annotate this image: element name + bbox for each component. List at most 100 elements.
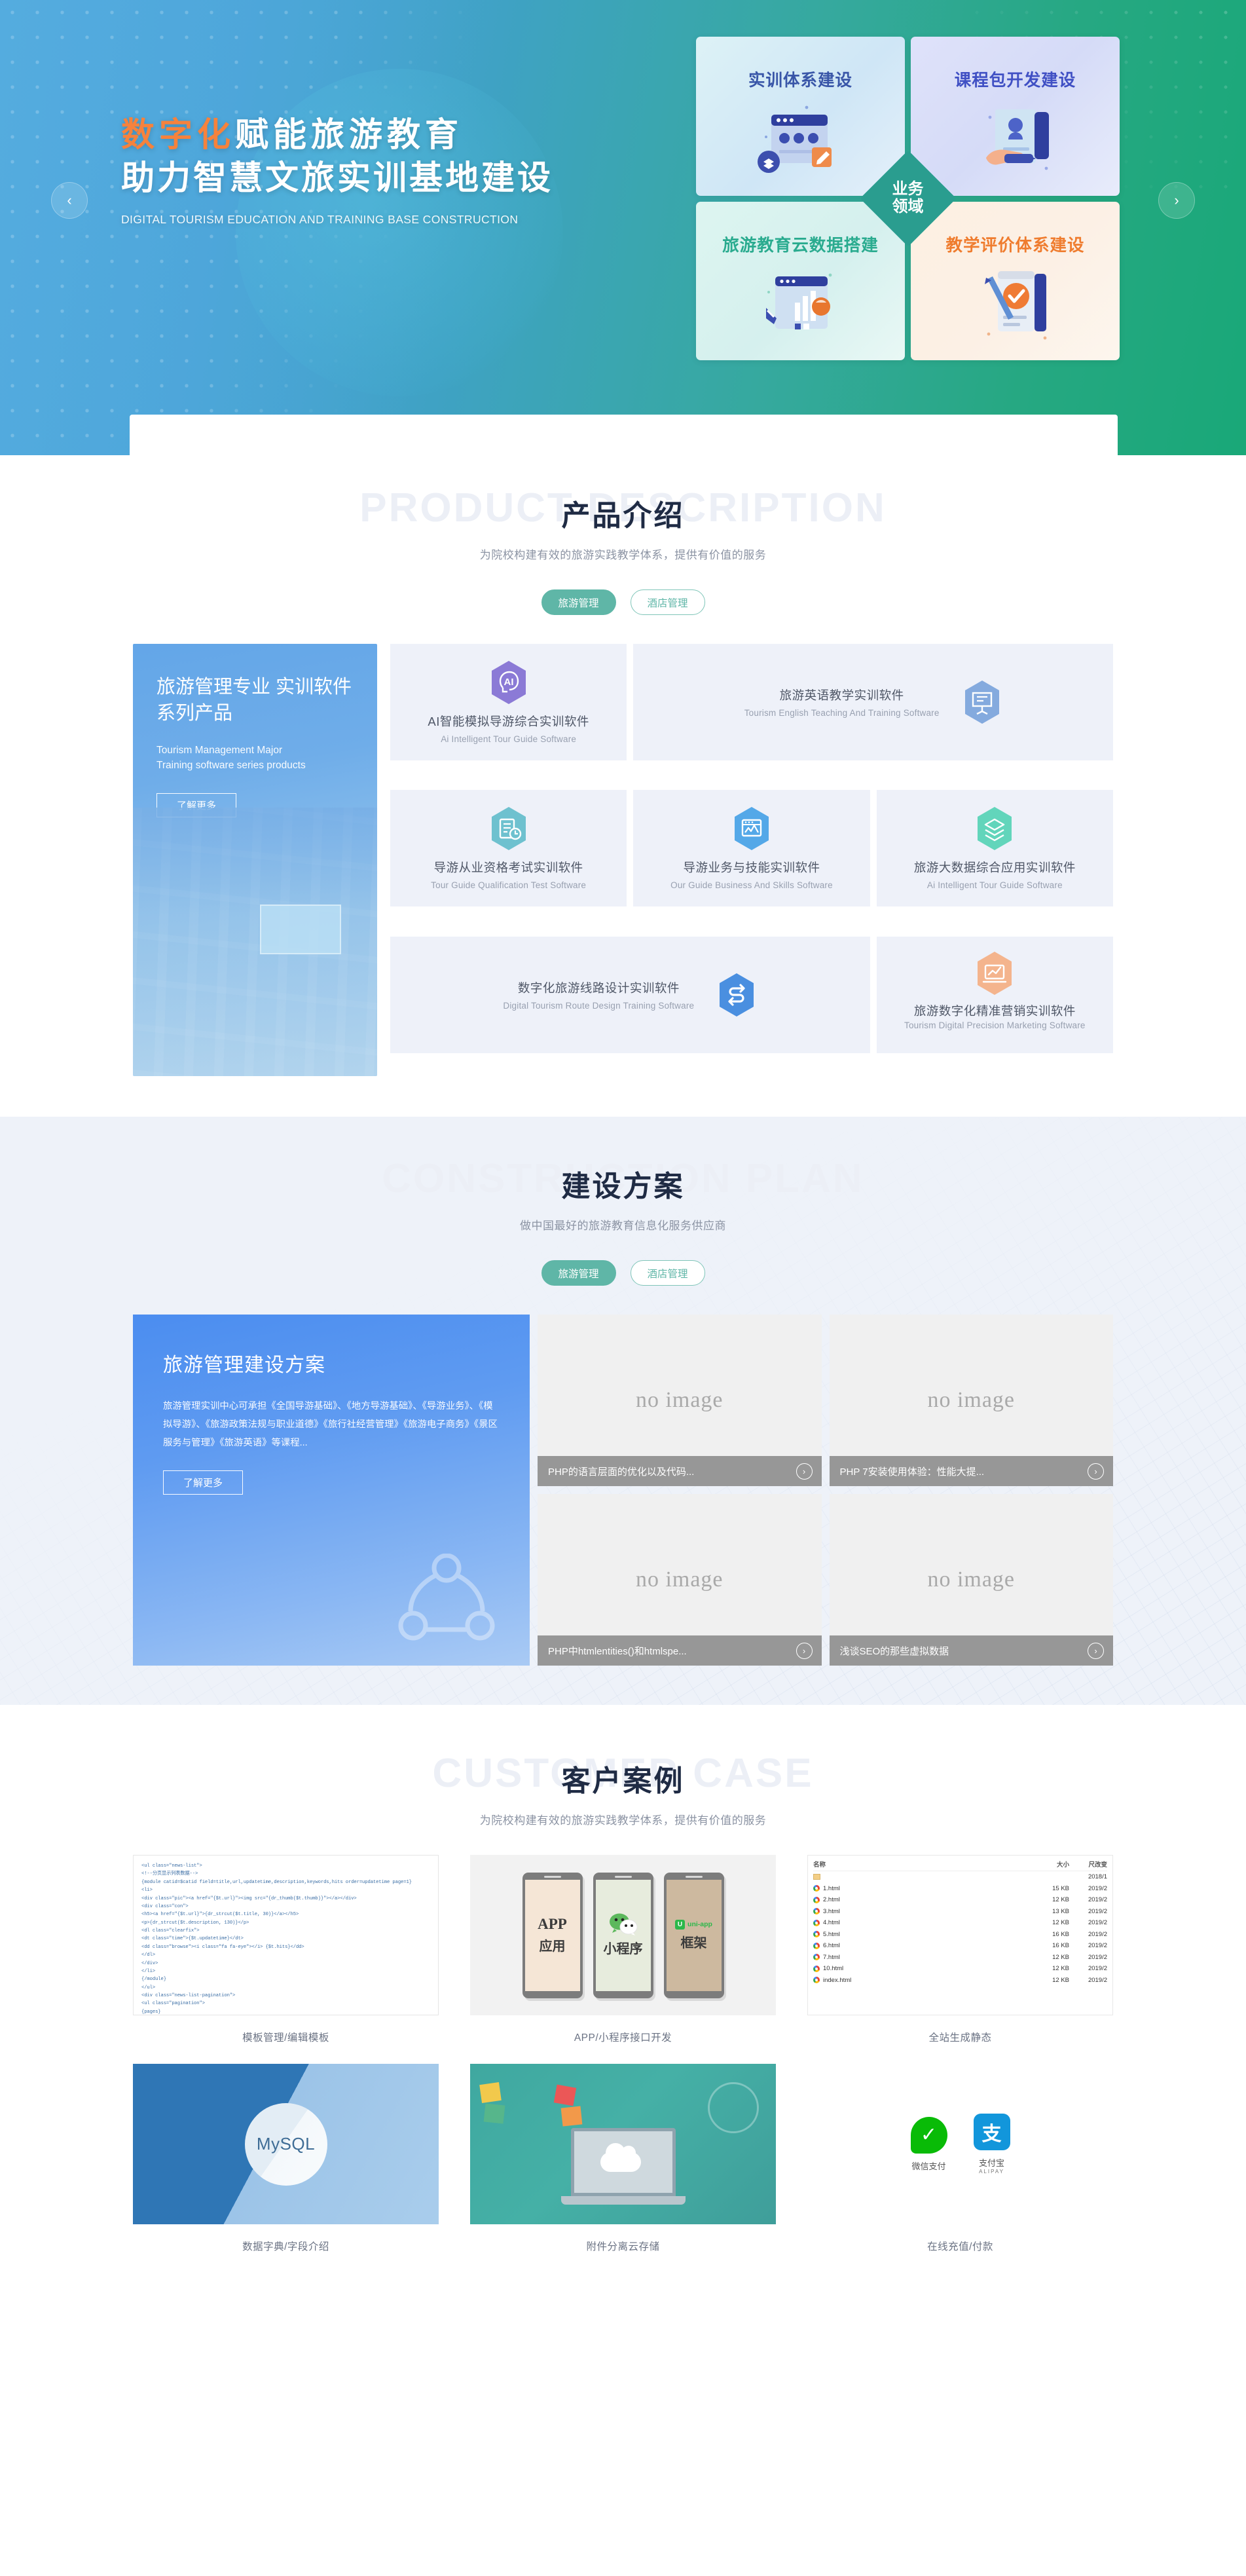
file-name: 3.html [813, 1908, 1038, 1915]
column-date[interactable]: 尺改变 [1069, 1859, 1107, 1869]
product-card-subtitle: Ai Intelligent Tour Guide Software [441, 734, 577, 744]
cases-section: CUSTOMER CASE 客户案例 为院校构建有效的旅游实践教学体系，提供有价… [0, 1705, 1246, 2325]
biz-card-cloud-data[interactable]: 旅游教育云数据搭建 [696, 201, 905, 360]
tab-hotel-management[interactable]: 酒店管理 [630, 589, 705, 615]
column-name[interactable]: 名称 [813, 1859, 1038, 1869]
case-item-template-management[interactable]: <ul class="news-list"> <!--分页显示列表数据--> {… [133, 1855, 439, 2044]
biz-card-course-package[interactable]: 课程包开发建设 [911, 37, 1120, 196]
code-line: </li> [141, 1968, 156, 1974]
tab-tourism-management[interactable]: 旅游管理 [541, 1260, 616, 1286]
file-row[interactable]: 2.html 12 KB 2019/2 [813, 1894, 1107, 1906]
file-row[interactable]: index.html 12 KB 2019/2 [813, 1975, 1107, 1987]
case-item-online-payment[interactable]: 微信支付 支 支付宝 ALIPAY 在线充值/付款 [807, 2064, 1113, 2253]
news-card-bar: PHP的语言层面的优化以及代码... › [538, 1456, 822, 1486]
construction-section-title: 建设方案 [561, 1170, 685, 1203]
product-section-subtitle: 为院校构建有效的旅游实践教学体系，提供有价值的服务 [479, 549, 767, 561]
chevron-right-icon[interactable]: › [1088, 1463, 1104, 1480]
case-item-app-miniprogram[interactable]: APP 应用 小程序 U uni-app 框架 APP/小程序接口开发 [470, 1855, 776, 2044]
file-row[interactable]: 6.html 16 KB 2019/2 [813, 1940, 1107, 1952]
file-row[interactable]: 2018/1 [813, 1871, 1107, 1883]
product-card-guide-business-skills[interactable]: 导游业务与技能实训软件 Our Guide Business And Skill… [633, 790, 870, 907]
construction-promo-title: 旅游管理建设方案 [163, 1354, 325, 1376]
teaching-evaluation-illustration [984, 271, 1046, 340]
chevron-right-icon[interactable]: › [796, 1463, 813, 1480]
product-card-ai-tour-guide[interactable]: AI AI智能模拟导游综合实训软件 Ai Intelligent Tour Gu… [390, 644, 627, 760]
hero-copy: 数字化赋能旅游教育 助力智慧文旅实训基地建设 DIGITAL TOURISM E… [121, 115, 606, 227]
case-item-data-dictionary[interactable]: MySQL 数据字典/字段介绍 [133, 2064, 439, 2253]
code-line: <ul class="pagination"> [141, 2001, 205, 2007]
product-card-title: 数字化旅游线路设计实训软件 [517, 980, 680, 995]
cases-grid: <ul class="news-list"> <!--分页显示列表数据--> {… [133, 1855, 1113, 2253]
chevron-right-icon[interactable]: › [1088, 1642, 1104, 1659]
tab-hotel-management[interactable]: 酒店管理 [630, 1260, 705, 1286]
file-row[interactable]: 5.html 16 KB 2019/2 [813, 1929, 1107, 1941]
file-size: 12 KB [1052, 1953, 1069, 1961]
code-screenshot: <ul class="news-list"> <!--分页显示列表数据--> {… [133, 1855, 439, 2015]
payment-logos: 微信支付 支 支付宝 ALIPAY [807, 2064, 1113, 2224]
news-card-title: PHP的语言层面的优化以及代码... [548, 1466, 695, 1478]
code-line: <h5><a href="{$t.url}">{dr_strcut($t.tit… [141, 1912, 299, 1918]
wechat-pay: 微信支付 [910, 2116, 947, 2172]
product-card-subtitle: Our Guide Business And Skills Software [670, 880, 833, 891]
phone-miniprogram: 小程序 [593, 1872, 653, 1998]
case-item-cloud-storage[interactable]: 附件分离云存储 [470, 2064, 776, 2253]
product-promo-card: 旅游管理专业 实训软件系列产品 Tourism Management Major… [133, 644, 377, 1076]
product-card-subtitle: Tour Guide Qualification Test Software [431, 880, 587, 891]
product-card-precision-marketing[interactable]: Tourism Digital Precision Marketing Soft… [876, 936, 1113, 1053]
file-size: 15 KB [1052, 1884, 1069, 1892]
wechat-pay-icon [910, 2116, 947, 2154]
layers-icon [974, 806, 1015, 851]
tab-tourism-management[interactable]: 旅游管理 [541, 589, 616, 615]
file-row[interactable]: 3.html 13 KB 2019/2 [813, 1906, 1107, 1918]
product-card-tourism-english[interactable]: 旅游英语教学实训软件 Tourism English Teaching And … [633, 644, 1113, 760]
file-date: 2019/2 [1088, 1965, 1107, 1973]
case-caption: APP/小程序接口开发 [574, 2032, 672, 2044]
chrome-icon [813, 1965, 820, 1972]
hero-subtitle-en: DIGITAL TOURISM EDUCATION AND TRAINING B… [121, 213, 519, 227]
hero-title-line1: 数字化赋能旅游教育 [121, 115, 606, 155]
product-card-qualification-test[interactable]: 导游从业资格考试实训软件 Tour Guide Qualification Te… [390, 790, 627, 907]
uniapp-icon: U uni-app [675, 1919, 712, 1930]
presentation-board-icon [962, 680, 1002, 724]
phone-app: APP 应用 [522, 1872, 583, 1998]
biz-card-training-system[interactable]: 实训体系建设 [696, 37, 905, 196]
globe-icon [708, 2082, 759, 2133]
alipay-icon: 支 [973, 2114, 1010, 2150]
file-row[interactable]: 4.html 12 KB 2019/2 [813, 1917, 1107, 1929]
alipay-label: 支付宝 ALIPAY [979, 2156, 1004, 2175]
case-item-static-generation[interactable]: 名称 大小 尺改变 2018/1 1.html 15 KB 2019/2 2.html 12 K… [807, 1855, 1113, 2044]
news-card[interactable]: no image PHP的语言层面的优化以及代码... › [538, 1315, 822, 1486]
product-card-big-data[interactable]: 旅游大数据综合应用实训软件 Ai Intelligent Tour Guide … [876, 790, 1113, 907]
code-line: <p>{dr_strcut($t.description, 130)}</p> [141, 1920, 249, 1926]
carousel-next-button[interactable]: › [1158, 182, 1195, 219]
carousel-prev-button[interactable]: ‹ [51, 182, 88, 219]
file-row[interactable]: 10.html 12 KB 2019/2 [813, 1963, 1107, 1975]
sticky-note [483, 2103, 505, 2124]
chevron-right-icon[interactable]: › [796, 1642, 813, 1659]
case-media: MySQL [133, 2064, 439, 2224]
news-card[interactable]: no image PHP中htmlentities()和htmlspe... › [538, 1494, 822, 1666]
column-size[interactable]: 大小 [1038, 1859, 1069, 1869]
file-row[interactable]: 1.html 15 KB 2019/2 [813, 1883, 1107, 1895]
training-system-illustration [757, 105, 832, 173]
file-date: 2019/2 [1088, 1953, 1107, 1961]
construction-section: CONSTRUCTION PLAN 建设方案 做中国最好的旅游教育信息化服务供应… [0, 1117, 1246, 1705]
code-line: <div class="pic"><a href="{$t.url}"><img… [141, 1895, 357, 1901]
product-card-title: 导游业务与技能实训软件 [683, 861, 820, 875]
case-caption: 模板管理/编辑模板 [242, 2032, 329, 2044]
phone-notch [614, 1875, 632, 1878]
file-row[interactable]: 7.html 12 KB 2019/2 [813, 1952, 1107, 1964]
product-card-subtitle: Ai Intelligent Tour Guide Software [926, 880, 1063, 891]
product-cells: AI AI智能模拟导游综合实训软件 Ai Intelligent Tour Gu… [390, 644, 1113, 1076]
news-card-title: PHP中htmlentities()和htmlspe... [548, 1645, 687, 1657]
product-grid: 旅游管理专业 实训软件系列产品 Tourism Management Major… [133, 644, 1113, 1076]
news-card[interactable]: no image PHP 7安装使用体验：性能大提... › [829, 1315, 1113, 1486]
code-line: <li> [141, 1888, 153, 1894]
product-card-route-design[interactable]: 数字化旅游线路设计实训软件 Digital Tourism Route Desi… [390, 936, 870, 1053]
case-media: 微信支付 支 支付宝 ALIPAY [807, 2064, 1113, 2224]
code-line: <ul class="news-list"> [141, 1863, 202, 1869]
news-card[interactable]: no image 浅谈SEO的那些虚拟数据 › [829, 1494, 1113, 1666]
construction-learn-more-button[interactable]: 了解更多 [163, 1470, 243, 1495]
file-explorer-list: 名称 大小 尺改变 2018/1 1.html 15 KB 2019/2 2.html 12 K… [807, 1855, 1113, 2015]
biz-card-teaching-evaluation[interactable]: 教学评价体系建设 [911, 201, 1120, 360]
